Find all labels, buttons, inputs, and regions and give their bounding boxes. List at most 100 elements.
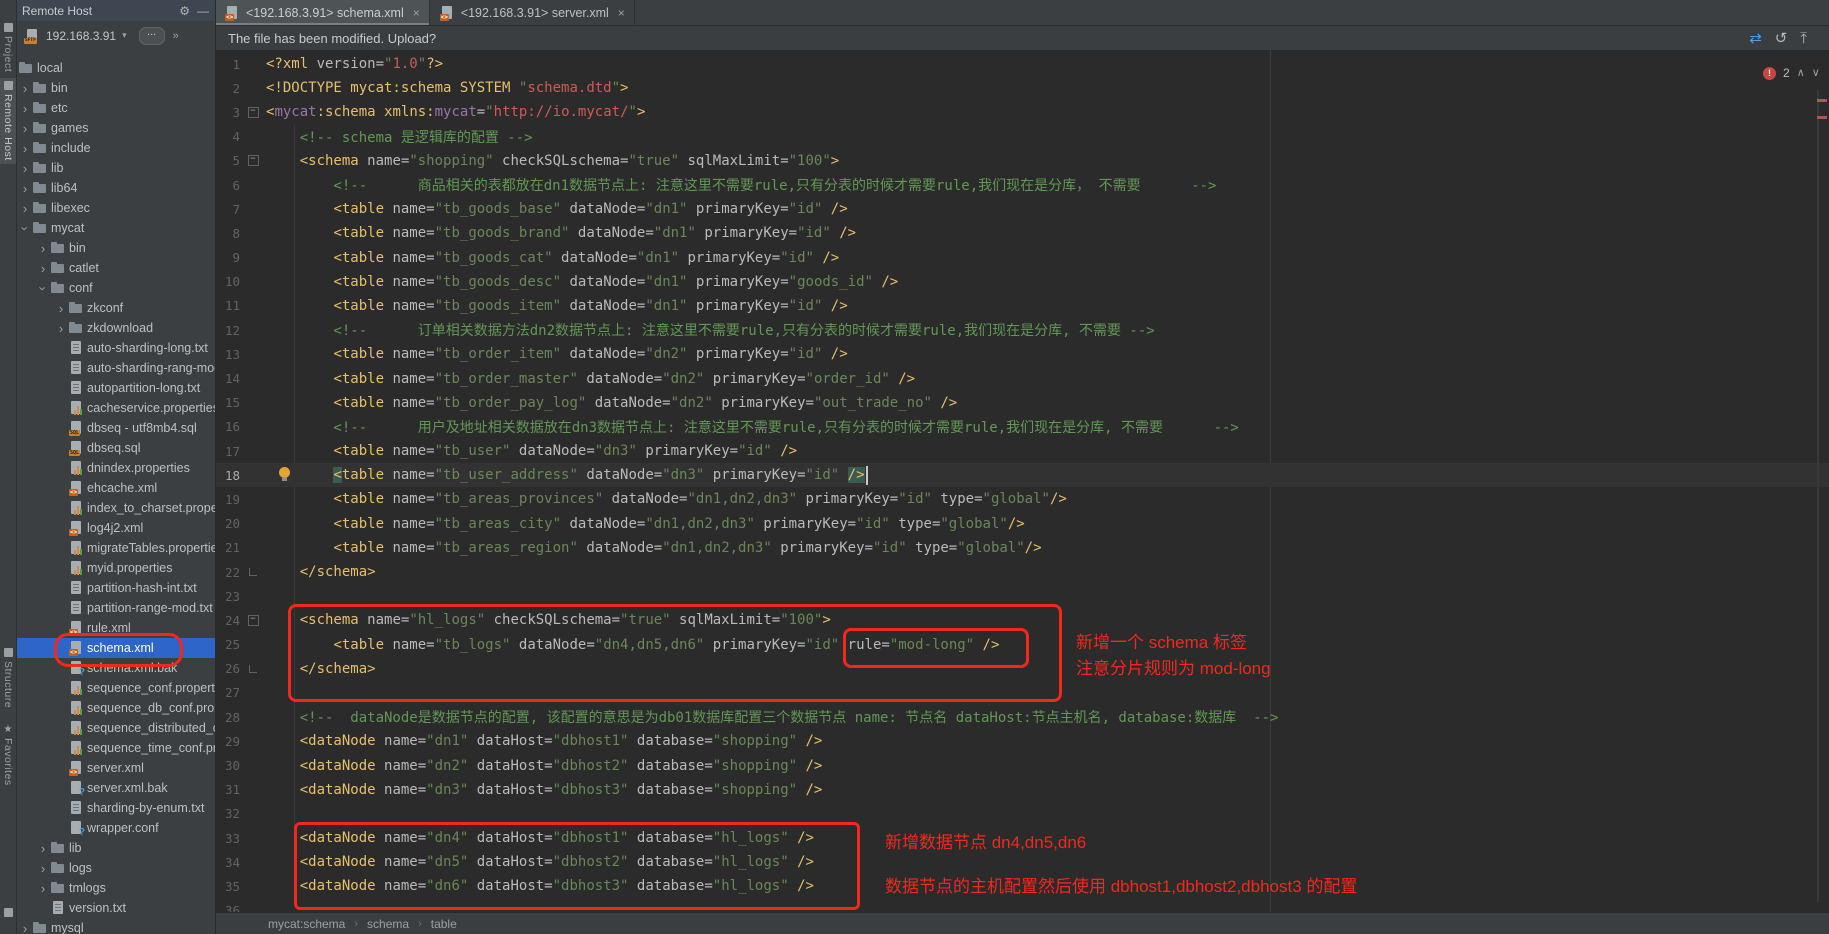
chevron-down-icon[interactable]: ▾ bbox=[122, 30, 127, 41]
code-line-20[interactable]: 20 <table name="tb_areas_city" dataNode=… bbox=[215, 512, 1829, 536]
tree-item-libexec[interactable]: ›libexec bbox=[16, 198, 215, 218]
tree-item-conf[interactable]: ›conf bbox=[16, 278, 215, 298]
tree-item-migratetables-properties[interactable]: migrateTables.properties bbox=[16, 538, 215, 558]
chevron-collapsed-icon[interactable]: › bbox=[36, 242, 50, 255]
tree-item-sharding-by-enum-txt[interactable]: sharding-by-enum.txt bbox=[16, 798, 215, 818]
code-line-14[interactable]: 14 <table name="tb_order_master" dataNod… bbox=[215, 366, 1829, 390]
tree-item-sequence-distributed-conf-properties[interactable]: sequence_distributed_conf.properties bbox=[16, 718, 215, 738]
tree-item-lib64[interactable]: ›lib64 bbox=[16, 178, 215, 198]
tree-item-server-xml[interactable]: server.xml bbox=[16, 758, 215, 778]
tree-item-sequence-db-conf-properties[interactable]: sequence_db_conf.properties bbox=[16, 698, 215, 718]
code-line-4[interactable]: 4 <!-- schema 是逻辑库的配置 --> bbox=[215, 125, 1829, 149]
tree-item-ehcache-xml[interactable]: ehcache.xml bbox=[16, 478, 215, 498]
code-line-22[interactable]: 22 </schema> bbox=[215, 560, 1829, 584]
editor-scrollbar[interactable] bbox=[1817, 90, 1819, 902]
code-line-13[interactable]: 13 <table name="tb_order_item" dataNode=… bbox=[215, 342, 1829, 366]
tree-item-bin[interactable]: ›bin bbox=[16, 78, 215, 98]
fold-marker-icon[interactable] bbox=[240, 568, 266, 576]
fold-marker-icon[interactable]: − bbox=[240, 615, 266, 626]
prev-error-icon[interactable]: ∧ bbox=[1797, 68, 1805, 79]
chevron-collapsed-icon[interactable]: › bbox=[54, 322, 68, 335]
host-selector[interactable]: 192.168.3.91 bbox=[46, 29, 116, 43]
code-line-15[interactable]: 15 <table name="tb_order_pay_log" dataNo… bbox=[215, 391, 1829, 415]
code-line-1[interactable]: 1<?xml version="1.0"?> bbox=[215, 52, 1829, 76]
chevron-collapsed-icon[interactable]: › bbox=[18, 122, 32, 135]
tree-item-tmlogs[interactable]: ›tmlogs bbox=[16, 878, 215, 898]
chevron-collapsed-icon[interactable]: › bbox=[18, 182, 32, 195]
tree-item-lib[interactable]: ›lib bbox=[16, 158, 215, 178]
tree-item-dnindex-properties[interactable]: dnindex.properties bbox=[16, 458, 215, 478]
gear-icon[interactable]: ⚙ bbox=[179, 5, 190, 17]
tree-item-index-to-charset-properties[interactable]: index_to_charset.properties bbox=[16, 498, 215, 518]
code-line-16[interactable]: 16 <!-- 用户及地址相关数据放在dn3数据节点上: 注意这里不需要rule… bbox=[215, 415, 1829, 439]
code-line-31[interactable]: 31 <dataNode name="dn3" dataHost="dbhost… bbox=[215, 778, 1829, 802]
tree-item-mycat[interactable]: ›mycat bbox=[16, 218, 215, 238]
chevron-collapsed-icon[interactable]: › bbox=[18, 202, 32, 215]
tree-item-wrapper-conf[interactable]: wrapper.conf bbox=[16, 818, 215, 838]
error-stripe-mark-1[interactable] bbox=[1817, 99, 1827, 102]
chevron-collapsed-icon[interactable]: › bbox=[36, 262, 50, 275]
minimize-icon[interactable]: — bbox=[197, 5, 209, 17]
tree-item-zkdownload[interactable]: ›zkdownload bbox=[16, 318, 215, 338]
tree-item-include[interactable]: ›include bbox=[16, 138, 215, 158]
fold-marker-icon[interactable]: − bbox=[240, 107, 266, 118]
breadcrumb-item-table[interactable]: table bbox=[431, 917, 457, 931]
close-icon[interactable]: × bbox=[413, 6, 420, 20]
code-line-19[interactable]: 19 <table name="tb_areas_provinces" data… bbox=[215, 487, 1829, 511]
tree-item-sequence-time-conf-properties[interactable]: sequence_time_conf.properties bbox=[16, 738, 215, 758]
tree-item-bin[interactable]: ›bin bbox=[16, 238, 215, 258]
tree-item-sequence-conf-properties[interactable]: sequence_conf.properties bbox=[16, 678, 215, 698]
sync-compare-icon[interactable]: ⇄ bbox=[1749, 31, 1762, 46]
chevron-collapsed-icon[interactable]: › bbox=[18, 82, 32, 95]
tree-item-version-txt[interactable]: version.txt bbox=[16, 898, 215, 918]
code-line-5[interactable]: 5− <schema name="shopping" checkSQLschem… bbox=[215, 149, 1829, 173]
code-line-17[interactable]: 17 <table name="tb_user" dataNode="dn3" … bbox=[215, 439, 1829, 463]
code-line-21[interactable]: 21 <table name="tb_areas_region" dataNod… bbox=[215, 536, 1829, 560]
code-line-9[interactable]: 9 <table name="tb_goods_cat" dataNode="d… bbox=[215, 246, 1829, 270]
code-line-7[interactable]: 7 <table name="tb_goods_base" dataNode="… bbox=[215, 197, 1829, 221]
chevron-collapsed-icon[interactable]: › bbox=[18, 162, 32, 175]
chevron-double-icon[interactable]: » bbox=[173, 30, 179, 42]
tree-item-mysql[interactable]: ›mysql bbox=[16, 918, 215, 934]
chevron-collapsed-icon[interactable]: › bbox=[54, 302, 68, 315]
code-editor[interactable]: 1<?xml version="1.0"?>2<!DOCTYPE mycat:s… bbox=[215, 50, 1829, 912]
tree-item-dbseq-sql[interactable]: dbseq.sql bbox=[16, 438, 215, 458]
tree-item-zkconf[interactable]: ›zkconf bbox=[16, 298, 215, 318]
code-line-3[interactable]: 3−<mycat:schema xmlns:mycat="http://io.m… bbox=[215, 100, 1829, 124]
stripe-item-favorites[interactable]: ★ Favorites bbox=[0, 722, 16, 789]
breadcrumb-item-schema[interactable]: schema bbox=[367, 917, 409, 931]
stripe-item-project[interactable]: Project bbox=[0, 20, 16, 75]
editor-tab-2[interactable]: <192.168.3.91> server.xml× bbox=[430, 0, 635, 25]
error-stripe-mark-2[interactable] bbox=[1817, 116, 1827, 119]
tree-item-cacheservice-properties[interactable]: cacheservice.properties bbox=[16, 398, 215, 418]
code-line-6[interactable]: 6 <!-- 商品相关的表都放在dn1数据节点上: 注意这里不需要rule,只有… bbox=[215, 173, 1829, 197]
code-line-28[interactable]: 28 <!-- dataNode是数据节点的配置, 该配置的意思是为db01数据… bbox=[215, 705, 1829, 729]
chevron-expanded-icon[interactable]: › bbox=[19, 221, 32, 235]
tree-item-auto-sharding-rang-mod-txt[interactable]: auto-sharding-rang-mod.txt bbox=[16, 358, 215, 378]
tree-item-server-xml-bak[interactable]: server.xml.bak bbox=[16, 778, 215, 798]
tree-item-log4j2-xml[interactable]: log4j2.xml bbox=[16, 518, 215, 538]
tree-item-autopartition-long-txt[interactable]: autopartition-long.txt bbox=[16, 378, 215, 398]
intention-lightbulb-icon[interactable] bbox=[279, 467, 290, 478]
close-icon[interactable]: × bbox=[618, 6, 625, 20]
tree-item-myid-properties[interactable]: myid.properties bbox=[16, 558, 215, 578]
tree-item-logs[interactable]: ›logs bbox=[16, 858, 215, 878]
stripe-item-structure[interactable]: Structure bbox=[0, 645, 16, 711]
tree-item-partition-hash-int-txt[interactable]: partition-hash-int.txt bbox=[16, 578, 215, 598]
code-line-12[interactable]: 12 <!-- 订单相关数据方法dn2数据节点上: 注意这里不需要rule,只有… bbox=[215, 318, 1829, 342]
tree-item-games[interactable]: ›games bbox=[16, 118, 215, 138]
fold-marker-icon[interactable] bbox=[240, 665, 266, 673]
code-line-2[interactable]: 2<!DOCTYPE mycat:schema SYSTEM "schema.d… bbox=[215, 76, 1829, 100]
chevron-collapsed-icon[interactable]: › bbox=[18, 142, 32, 155]
undo-icon[interactable]: ↺ bbox=[1775, 31, 1788, 46]
fold-marker-icon[interactable]: − bbox=[240, 155, 266, 166]
tree-item-catlet[interactable]: ›catlet bbox=[16, 258, 215, 278]
editor-tab-1[interactable]: <192.168.3.91> schema.xml× bbox=[215, 0, 430, 25]
tree-item-auto-sharding-long-txt[interactable]: auto-sharding-long.txt bbox=[16, 338, 215, 358]
stripe-item-grid[interactable] bbox=[0, 905, 16, 920]
chevron-collapsed-icon[interactable]: › bbox=[36, 842, 50, 855]
code-line-18[interactable]: 18 <table name="tb_user_address" dataNod… bbox=[215, 463, 1829, 487]
code-line-11[interactable]: 11 <table name="tb_goods_item" dataNode=… bbox=[215, 294, 1829, 318]
next-error-icon[interactable]: ∨ bbox=[1812, 68, 1820, 79]
chevron-collapsed-icon[interactable]: › bbox=[18, 102, 32, 115]
